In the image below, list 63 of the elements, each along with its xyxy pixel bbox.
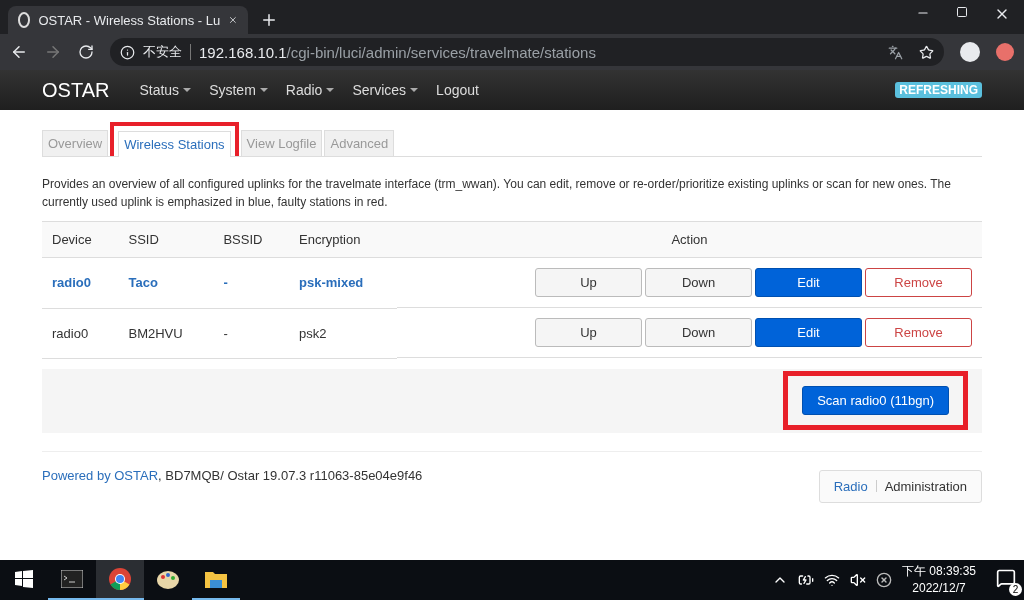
breadcrumb-link[interactable]: Administration bbox=[884, 478, 967, 494]
table-cell: BM2HVU bbox=[118, 308, 214, 358]
url-text: 192.168.10.1/cgi-bin/luci/admin/services/travelmate/stations bbox=[199, 43, 596, 61]
taskbar-app[interactable] bbox=[96, 560, 144, 600]
table-cell: - bbox=[213, 308, 289, 358]
action-button[interactable]: Up bbox=[535, 268, 642, 297]
maximize-icon[interactable] bbox=[956, 6, 968, 18]
nav-menu-item[interactable]: Status bbox=[139, 82, 192, 98]
palette-icon bbox=[156, 568, 180, 590]
scan-button[interactable]: Scan radio0 (11bgn) bbox=[802, 386, 949, 415]
nav-menu-item[interactable]: Radio bbox=[285, 82, 335, 98]
footer-text: Powered by OSTAR, BD7MQB/ Ostar 19.07.3 r11063-85e04e9f46 bbox=[42, 467, 423, 483]
action-button[interactable]: Remove bbox=[865, 268, 972, 297]
chrome-icon bbox=[109, 568, 131, 590]
update-icon[interactable] bbox=[996, 43, 1014, 61]
terminal-icon bbox=[61, 570, 83, 588]
action-button[interactable]: Edit bbox=[755, 318, 862, 347]
clock-time[interactable]: 下午 08:39:35 bbox=[901, 563, 976, 580]
action-button[interactable]: Down bbox=[645, 268, 752, 297]
translate-icon[interactable] bbox=[888, 44, 903, 60]
column-header: SSID bbox=[118, 221, 214, 258]
table-cell: radio0 bbox=[42, 257, 119, 308]
browser-tab[interactable]: OSTAR - Wireless Stations - Lu bbox=[8, 6, 248, 34]
folder-icon bbox=[205, 570, 227, 588]
star-icon[interactable] bbox=[919, 44, 934, 60]
table-cell: psk-mixed bbox=[289, 257, 397, 308]
column-header: Device bbox=[42, 221, 119, 258]
status-badge: REFRESHING bbox=[895, 82, 982, 98]
site-icon bbox=[18, 12, 31, 28]
tab-title: OSTAR - Wireless Stations - Lu bbox=[38, 12, 221, 28]
table-cell: Taco bbox=[118, 257, 214, 308]
windows-icon bbox=[15, 570, 33, 588]
address-bar[interactable]: 不安全 192.168.10.1/cgi-bin/luci/admin/services/travelmate/stations bbox=[110, 38, 944, 66]
description-text: Provides an overview of all configured uplinks for the travelmate interface (trm_wwan). You can edit, remove or re-order/prioritize existing uplinks or scan for new ones. The currently used uplink is emphasized in blue, faulty stations in red. bbox=[42, 176, 952, 211]
column-header: BSSID bbox=[213, 221, 289, 258]
action-button[interactable]: Remove bbox=[865, 318, 972, 347]
breadcrumb-link[interactable]: Radio bbox=[833, 478, 868, 494]
nav-menu-item[interactable]: Logout bbox=[436, 82, 479, 98]
action-button[interactable]: Down bbox=[645, 318, 752, 347]
forward-icon[interactable] bbox=[44, 43, 62, 61]
clock-date[interactable]: 2022/12/7 bbox=[912, 580, 966, 597]
mute-icon[interactable] bbox=[849, 572, 866, 588]
wifi-icon[interactable] bbox=[823, 572, 840, 588]
info-icon bbox=[120, 44, 135, 60]
brand-name[interactable]: OSTAR bbox=[42, 78, 110, 102]
tab[interactable]: Wireless Stations bbox=[118, 131, 231, 157]
action-button[interactable]: Up bbox=[535, 318, 642, 347]
notification-count: 2 bbox=[1009, 583, 1022, 596]
action-button[interactable]: Edit bbox=[755, 268, 862, 297]
table-cell: radio0 bbox=[42, 308, 119, 358]
error-icon[interactable] bbox=[875, 572, 892, 588]
table-cell: - bbox=[213, 257, 289, 308]
nav-menu-item[interactable]: Services bbox=[352, 82, 419, 98]
nav-menu-item[interactable]: System bbox=[209, 82, 268, 98]
profile-avatar[interactable] bbox=[960, 42, 980, 62]
battery-icon[interactable] bbox=[797, 572, 814, 588]
column-header: Encryption bbox=[289, 221, 397, 258]
new-tab-icon[interactable] bbox=[260, 11, 278, 29]
reload-icon[interactable] bbox=[78, 44, 94, 60]
security-label: 不安全 bbox=[143, 43, 182, 61]
table-cell: psk2 bbox=[289, 308, 397, 358]
back-icon[interactable] bbox=[10, 43, 28, 61]
column-header: Action bbox=[396, 221, 982, 258]
